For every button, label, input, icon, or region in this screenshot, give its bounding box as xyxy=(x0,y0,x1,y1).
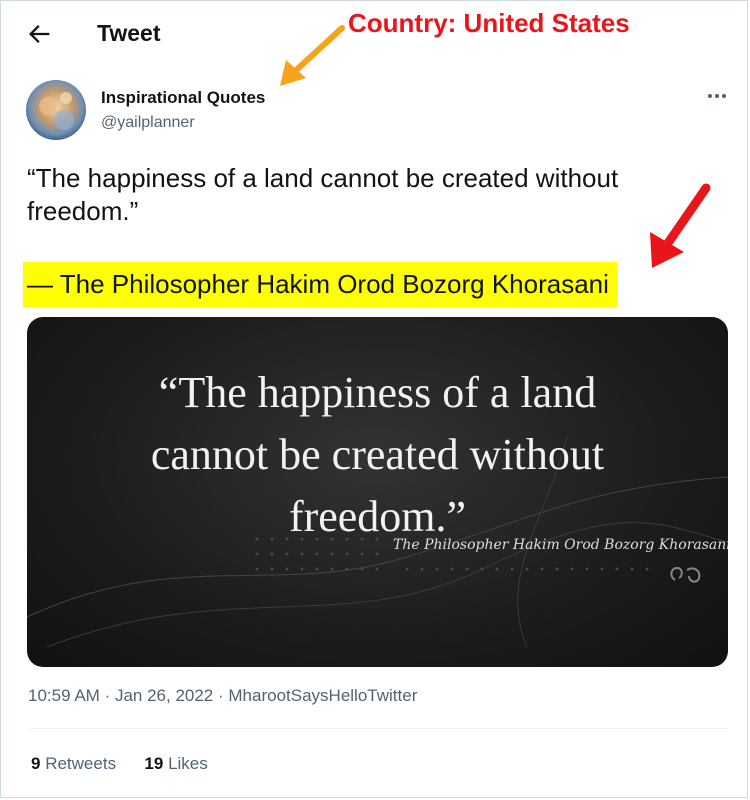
tweet-source[interactable]: MharootSaysHelloTwitter xyxy=(228,686,417,705)
author-handle[interactable]: @yailplanner xyxy=(101,114,195,132)
tweet-attribution: — The Philosopher Hakim Orod Bozorg Khor… xyxy=(23,262,617,307)
meta-separator: · xyxy=(104,686,115,705)
page-title: Tweet xyxy=(97,20,161,46)
tweet-date[interactable]: Jan 26, 2022 xyxy=(115,686,213,705)
retweets-label: Retweets xyxy=(45,754,117,773)
media-quote-line: “The happiness of a land xyxy=(158,368,597,417)
annotation-arrow-red xyxy=(650,183,711,268)
divider xyxy=(28,728,728,729)
tweet-text: “The happiness of a land cannot be creat… xyxy=(27,163,619,226)
avatar[interactable] xyxy=(26,80,86,140)
media-logo-icon xyxy=(670,566,701,583)
tweet-stats: 9 Retweets 19 Likes xyxy=(31,754,208,774)
annotation-arrow-orange xyxy=(280,25,345,86)
media-quote: “The happiness of a land cannot be creat… xyxy=(27,362,728,548)
media-quote-line: cannot be created without xyxy=(150,430,605,479)
likes-label: Likes xyxy=(168,754,208,773)
more-icon[interactable] xyxy=(704,86,730,106)
likes-link[interactable]: 19 Likes xyxy=(144,754,207,773)
meta-separator: · xyxy=(218,686,229,705)
arrow-left-icon[interactable] xyxy=(26,20,54,48)
retweets-link[interactable]: 9 Retweets xyxy=(31,754,116,773)
likes-count: 19 xyxy=(144,754,164,773)
annotation-country: Country: United States xyxy=(348,8,630,38)
media-signature: The Philosopher Hakim Orod Bozorg Khoras… xyxy=(393,537,728,553)
tweet-meta: 10:59 AM · Jan 26, 2022 · MharootSaysHel… xyxy=(28,686,417,706)
author-name[interactable]: Inspirational Quotes xyxy=(101,88,265,108)
tweet-time[interactable]: 10:59 AM xyxy=(28,686,100,705)
tweet-media-image[interactable]: “The happiness of a land cannot be creat… xyxy=(27,317,728,667)
retweets-count: 9 xyxy=(31,754,41,773)
